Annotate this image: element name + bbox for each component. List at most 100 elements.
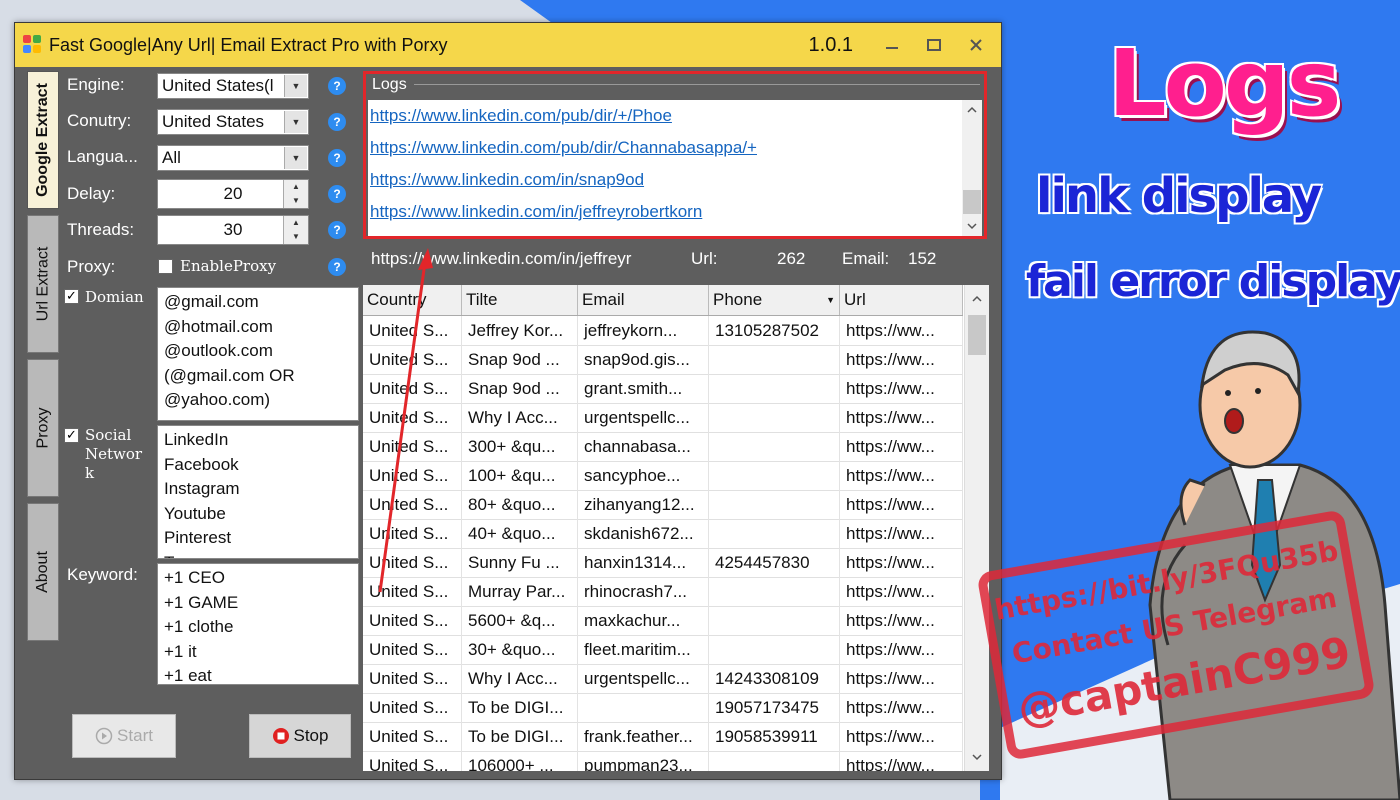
column-header-phone[interactable]: Phone ▼ xyxy=(709,285,840,315)
tab-url-extract[interactable]: Url Extract xyxy=(27,215,59,353)
maximize-icon[interactable] xyxy=(917,33,951,57)
current-url-status: https://www.linkedin.com/in/jeffreyr xyxy=(371,249,632,268)
table-cell: United S... xyxy=(363,403,462,432)
country-select[interactable]: United States ▼ xyxy=(157,109,309,135)
help-icon[interactable]: ? xyxy=(328,149,346,167)
table-row[interactable]: United S... 30+ &quo... fleet.maritim... ht… xyxy=(363,635,963,665)
tab-proxy[interactable]: Proxy xyxy=(27,359,59,497)
list-item: @gmail.com xyxy=(164,292,259,311)
table-row[interactable]: United S... 100+ &qu... sancyphoe... https:… xyxy=(363,461,963,491)
social-network-checkbox[interactable]: ✓ xyxy=(64,428,79,443)
table-cell: United S... xyxy=(363,635,462,664)
log-link[interactable]: https://www.linkedin.com/pub/dir/Channab… xyxy=(368,132,964,164)
list-item: (@gmail.com OR xyxy=(164,365,295,385)
version-label: 1.0.1 xyxy=(808,33,853,56)
table-cell xyxy=(709,345,840,374)
table-row[interactable]: United S... Jeffrey Kor... jeffreykorn... 1… xyxy=(363,316,963,346)
log-link[interactable]: https://www.linkedin.com/pub/dir/+/Phoe xyxy=(368,100,964,132)
list-item: Instagram xyxy=(164,479,240,498)
domain-list[interactable]: @gmail.com @hotmail.com @outlook.com (@g… xyxy=(157,287,359,421)
enable-proxy-label: EnableProxy xyxy=(180,257,277,275)
table-cell: https://ww... xyxy=(840,635,963,664)
stop-button[interactable]: Stop xyxy=(249,714,351,758)
start-button[interactable]: Start xyxy=(72,714,176,758)
table-row[interactable]: United S... 80+ &quo... zihanyang12... http… xyxy=(363,490,963,520)
table-row[interactable]: United S... 300+ &qu... channabasa... https… xyxy=(363,432,963,462)
chevron-down-icon: ▼ xyxy=(284,75,307,97)
social-network-list[interactable]: LinkedIn Facebook Instagram Youtube Pint… xyxy=(157,425,359,559)
help-icon[interactable]: ? xyxy=(328,258,346,276)
column-header-title[interactable]: Tilte xyxy=(462,285,578,315)
table-row[interactable]: United S... Why I Acc... urgentspellc... 14… xyxy=(363,664,963,694)
table-row[interactable]: United S... 5600+ &q... maxkachur... https:… xyxy=(363,606,963,636)
table-row[interactable]: United S... Snap 9od ... grant.smith... htt… xyxy=(363,374,963,404)
tab-google-extract[interactable]: Google Extract xyxy=(27,71,59,209)
domain-checkbox[interactable]: ✓ xyxy=(64,289,79,304)
help-icon[interactable]: ? xyxy=(328,113,346,131)
stepper-up-icon[interactable]: ▲ xyxy=(284,180,308,194)
help-icon[interactable]: ? xyxy=(328,185,346,203)
table-cell: 30+ &quo... xyxy=(462,635,578,664)
table-cell: https://ww... xyxy=(840,461,963,490)
table-row[interactable]: United S... Sunny Fu ... hanxin1314... 4254… xyxy=(363,548,963,578)
column-header-country[interactable]: Country xyxy=(363,285,462,315)
language-select[interactable]: All ▼ xyxy=(157,145,309,171)
logs-list[interactable]: https://www.linkedin.com/pub/dir/+/Phoe … xyxy=(368,100,964,236)
table-cell: Why I Acc... xyxy=(462,664,578,693)
table-cell: https://ww... xyxy=(840,693,963,722)
table-cell: 19058539911 xyxy=(709,722,840,751)
help-icon[interactable]: ? xyxy=(328,77,346,95)
column-header-url[interactable]: Url xyxy=(840,285,963,315)
minimize-icon[interactable] xyxy=(875,33,909,57)
table-cell: United S... xyxy=(363,577,462,606)
table-scrollbar[interactable] xyxy=(964,285,989,771)
help-icon[interactable]: ? xyxy=(328,221,346,239)
table-cell: https://ww... xyxy=(840,374,963,403)
table-row[interactable]: United S... 106000+ ... pumpman23... https:… xyxy=(363,751,963,771)
logs-scrollbar[interactable] xyxy=(962,100,982,236)
table-cell: Why I Acc... xyxy=(462,403,578,432)
table-row[interactable]: United S... Murray Par... rhinocrash7... ht… xyxy=(363,577,963,607)
sort-dropdown-icon: ▼ xyxy=(826,295,835,305)
table-cell: 19057173475 xyxy=(709,693,840,722)
table-cell xyxy=(709,374,840,403)
stepper-down-icon[interactable]: ▼ xyxy=(284,194,308,208)
table-cell: United S... xyxy=(363,664,462,693)
list-item: Tw xyxy=(164,551,352,559)
table-row[interactable]: United S... To be DIGI... frank.feather...… xyxy=(363,722,963,752)
promo-error-display: fail error display xyxy=(1026,256,1400,307)
play-icon xyxy=(95,727,113,745)
stepper-up-icon[interactable]: ▲ xyxy=(284,216,308,230)
keyword-textarea[interactable]: +1 CEO +1 GAME +1 clothe +1 it +1 eat xyxy=(157,563,359,685)
table-cell: 300+ &qu... xyxy=(462,432,578,461)
table-cell: grant.smith... xyxy=(578,374,709,403)
tab-about[interactable]: About xyxy=(27,503,59,641)
log-link[interactable]: https://www.linkedin.com/in/jeffreyrober… xyxy=(368,196,964,228)
list-item: +1 clothe xyxy=(164,617,234,636)
list-item: @hotmail.com xyxy=(164,316,273,336)
log-link[interactable]: https://www.linkedin.com/in/snap9od xyxy=(368,164,964,196)
stepper-down-icon[interactable]: ▼ xyxy=(284,230,308,244)
table-row[interactable]: United S... To be DIGI... 19057173475 https… xyxy=(363,693,963,723)
engine-select[interactable]: United States(l ▼ xyxy=(157,73,309,99)
delay-stepper[interactable]: 20 ▲ ▼ xyxy=(157,179,309,209)
table-cell xyxy=(709,461,840,490)
table-row[interactable]: United S... Why I Acc... urgentspellc... ht… xyxy=(363,403,963,433)
table-cell: 14243308109 xyxy=(709,664,840,693)
table-cell: jeffreykorn... xyxy=(578,316,709,345)
table-cell: https://ww... xyxy=(840,606,963,635)
stop-icon xyxy=(272,728,289,744)
list-item: LinkedIn xyxy=(164,430,229,449)
threads-stepper[interactable]: 30 ▲ ▼ xyxy=(157,215,309,245)
results-table[interactable]: Country Tilte Email Phone ▼ Url United S.… xyxy=(363,285,989,771)
close-icon[interactable] xyxy=(959,33,993,57)
enable-proxy-checkbox[interactable] xyxy=(158,259,173,274)
table-row[interactable]: United S... Snap 9od ... snap9od.gis... htt… xyxy=(363,345,963,375)
table-cell: urgentspellc... xyxy=(578,403,709,432)
table-row[interactable]: United S... 40+ &quo... skdanish672... http… xyxy=(363,519,963,549)
column-header-email[interactable]: Email xyxy=(578,285,709,315)
logs-group: Logs https://www.linkedin.com/pub/dir/+/… xyxy=(363,71,987,239)
table-cell: United S... xyxy=(363,606,462,635)
table-cell: https://ww... xyxy=(840,403,963,432)
promo-link-display: link display xyxy=(1036,168,1322,224)
